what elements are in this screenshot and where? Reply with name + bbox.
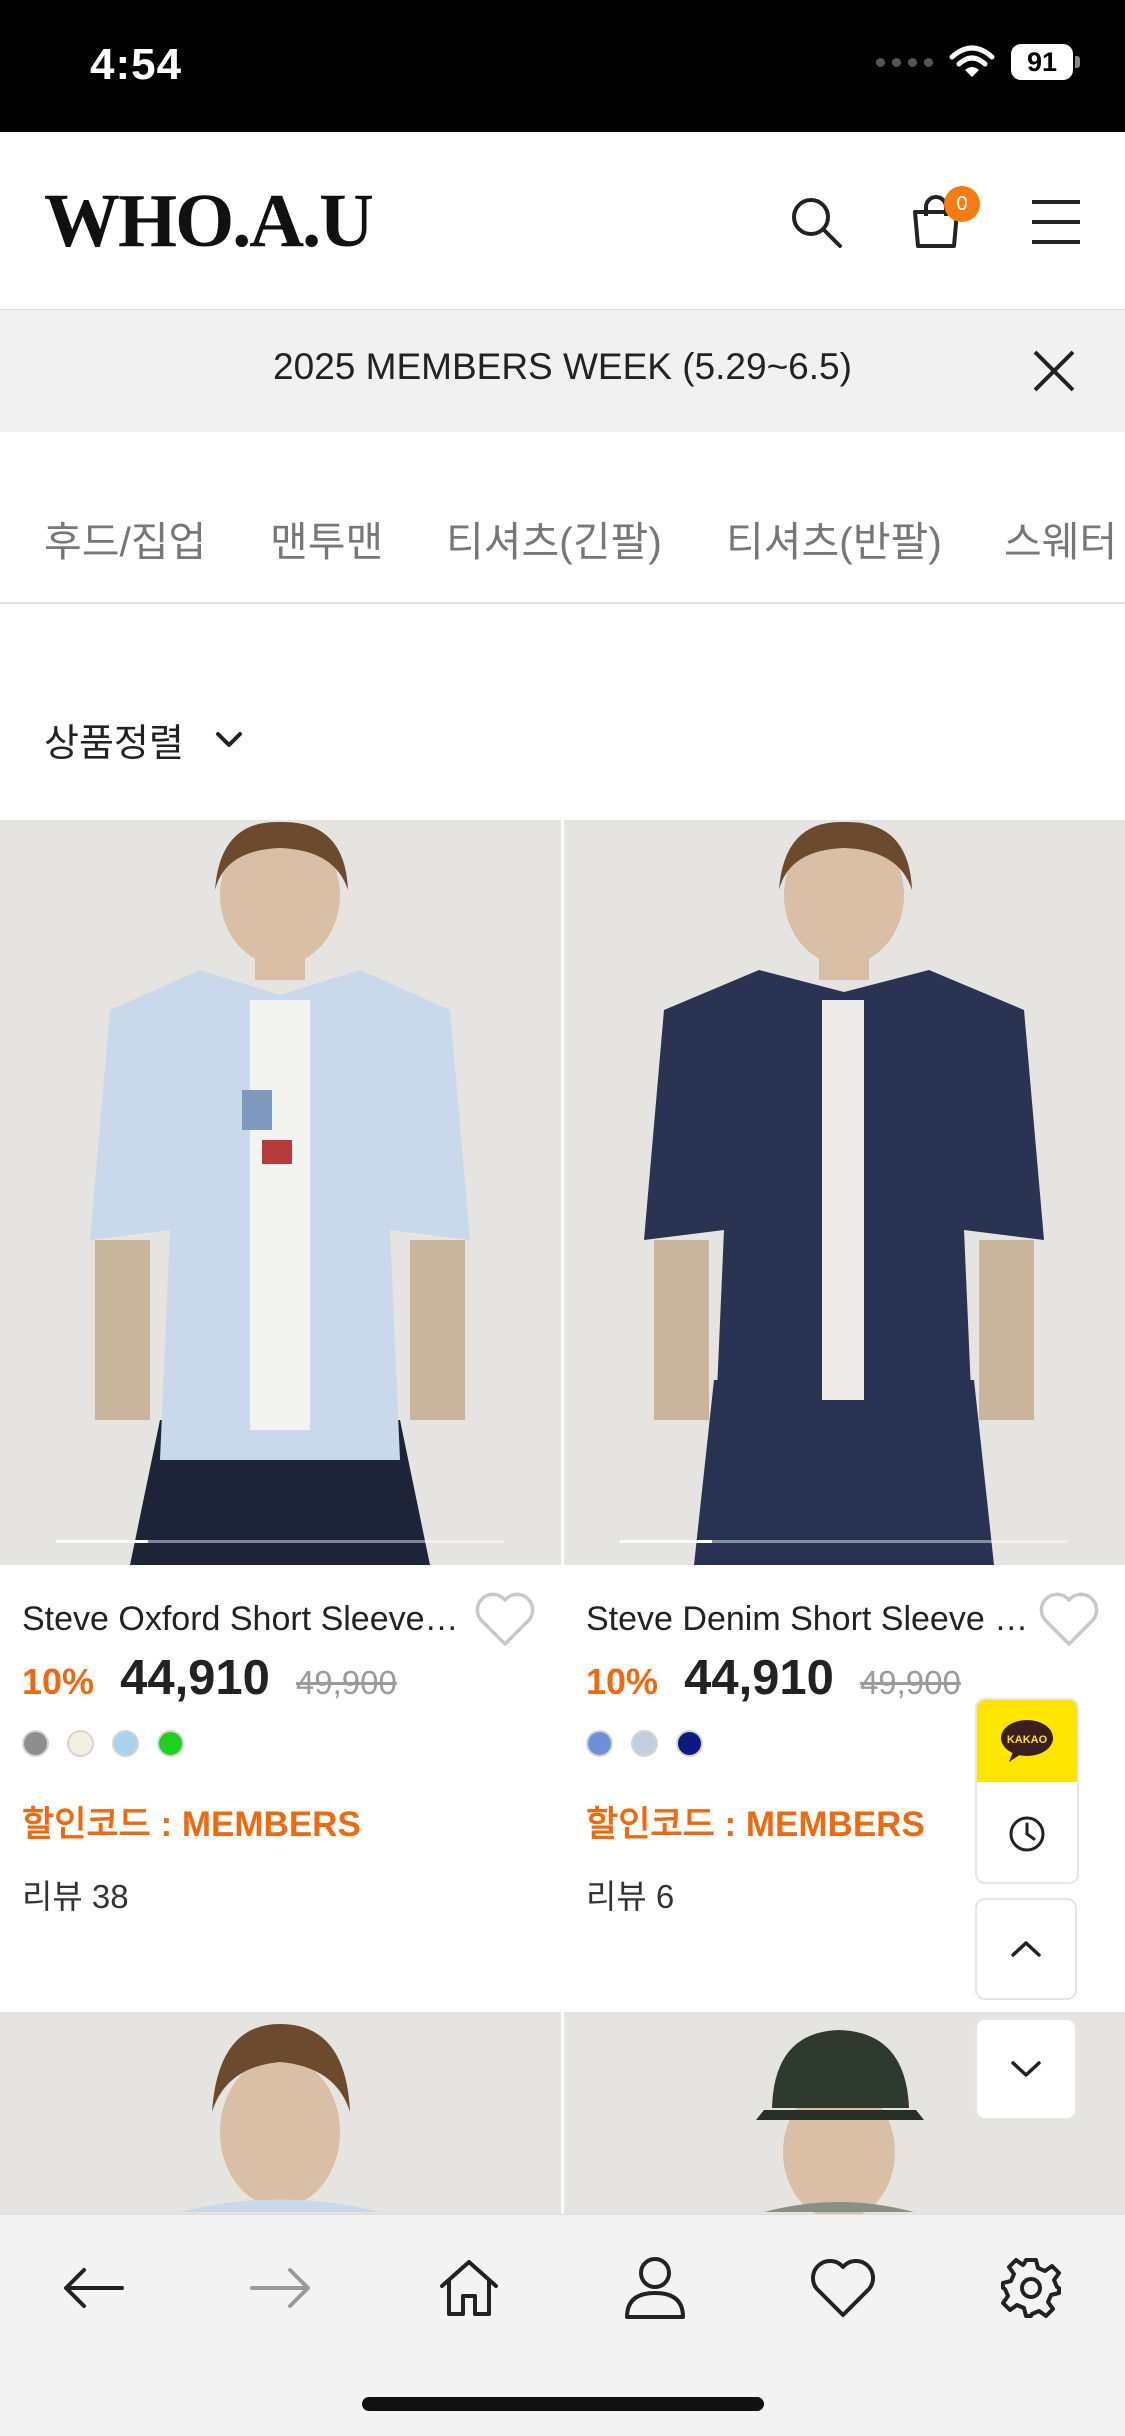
category-tabs: 후드/집업 맨투맨 티셔츠(긴팔) 티셔츠(반팔) 스웨터	[0, 432, 1125, 604]
cart-count-badge: 0	[944, 186, 980, 222]
category-tab[interactable]: 티셔츠(긴팔)	[446, 508, 662, 568]
category-tab[interactable]: 후드/집업	[44, 508, 206, 568]
product-name[interactable]: Steve Oxford Short Sleeve Shirt	[22, 1600, 467, 1639]
color-swatch	[22, 1730, 49, 1757]
original-price: 49,900	[859, 1664, 961, 1701]
cellular-signal-icon	[876, 57, 933, 67]
site-header: WHO.A.U 0	[0, 132, 1125, 310]
color-swatch	[631, 1730, 658, 1757]
banner-close-button[interactable]	[1025, 342, 1083, 400]
model-photo	[0, 820, 561, 1565]
model-photo	[564, 820, 1125, 1565]
color-swatches	[586, 1730, 703, 1757]
heart-icon	[1039, 1592, 1099, 1646]
recent-view-button[interactable]	[977, 1782, 1077, 1882]
battery-level: 91	[1011, 44, 1073, 80]
settings-button[interactable]	[986, 2243, 1076, 2333]
model-photo	[180, 2024, 380, 2212]
heart-icon	[811, 2259, 875, 2317]
wishlist-button[interactable]	[1037, 1590, 1101, 1650]
image-slide-indicator	[620, 1540, 1068, 1543]
color-swatch	[586, 1730, 613, 1757]
user-icon	[625, 2257, 685, 2319]
heart-icon	[475, 1592, 535, 1646]
color-swatches	[22, 1730, 184, 1757]
price-row: 10% 44,910 49,900	[586, 1650, 961, 1706]
sort-dropdown[interactable]: 상품정렬	[44, 712, 244, 767]
review-count: 리뷰 38	[22, 1878, 129, 1915]
arrow-left-icon	[64, 2268, 124, 2308]
forward-button[interactable]	[236, 2243, 326, 2333]
price-row: 10% 44,910 49,900	[22, 1650, 397, 1706]
clock-icon	[1009, 1816, 1045, 1852]
home-button[interactable]	[424, 2243, 514, 2333]
home-icon	[440, 2260, 498, 2316]
close-icon	[1033, 350, 1075, 392]
product-name[interactable]: Steve Denim Short Sleeve Shirt	[586, 1600, 1031, 1639]
search-button[interactable]	[784, 190, 848, 254]
color-swatch	[676, 1730, 703, 1757]
promo-code: 할인코드 : MEMBERS	[586, 1805, 925, 1844]
sale-price: 44,910	[684, 1651, 834, 1705]
image-slide-indicator	[56, 1540, 504, 1543]
product-card[interactable]: Steve Oxford Short Sleeve Shirt 10% 44,9…	[0, 820, 561, 1920]
color-swatch	[112, 1730, 139, 1757]
product-image[interactable]	[564, 820, 1125, 1565]
color-swatch	[67, 1730, 94, 1757]
sort-label: 상품정렬	[44, 723, 184, 765]
browser-bottom-bar	[0, 2214, 1125, 2436]
battery-icon: 91	[1011, 44, 1080, 80]
sale-price: 44,910	[120, 1651, 270, 1705]
chevron-up-icon	[1011, 1941, 1041, 1957]
arrow-right-icon	[250, 2268, 310, 2308]
status-bar: 4:54 91	[0, 0, 1125, 132]
cart-button[interactable]: 0	[904, 186, 980, 254]
review-count: 리뷰 6	[586, 1878, 675, 1915]
scroll-top-button[interactable]	[975, 1898, 1077, 2000]
kakao-icon: KAKAO	[977, 1700, 1077, 1782]
kakao-chat-button[interactable]: KAKAO	[975, 1698, 1079, 1884]
category-tab[interactable]: 티셔츠(반팔)	[726, 508, 942, 568]
discount-rate: 10%	[22, 1661, 95, 1702]
scroll-bottom-button[interactable]	[975, 2018, 1077, 2120]
wishlist-button[interactable]	[473, 1590, 537, 1650]
product-image[interactable]	[0, 2012, 561, 2214]
promo-banner-text: 2025 MEMBERS WEEK (5.29~6.5)	[273, 346, 852, 387]
original-price: 49,900	[295, 1664, 397, 1701]
brand-logo[interactable]: WHO.A.U	[44, 178, 374, 265]
chevron-down-icon	[215, 731, 242, 747]
back-button[interactable]	[48, 2243, 138, 2333]
wishlist-nav-button[interactable]	[798, 2243, 888, 2333]
product-image[interactable]	[0, 820, 561, 1565]
search-icon	[792, 198, 842, 248]
home-indicator	[362, 2397, 764, 2411]
chevron-down-icon	[1011, 2061, 1041, 2077]
category-tab[interactable]: 맨투맨	[270, 508, 383, 568]
hamburger-menu-icon	[1032, 200, 1080, 244]
promo-banner[interactable]: 2025 MEMBERS WEEK (5.29~6.5)	[0, 310, 1125, 432]
account-button[interactable]	[610, 2243, 700, 2333]
category-tab[interactable]: 스웨터	[1004, 508, 1117, 568]
gear-icon	[1001, 2258, 1061, 2318]
menu-button[interactable]	[1024, 190, 1088, 254]
status-time: 4:54	[90, 40, 183, 89]
discount-rate: 10%	[586, 1661, 659, 1702]
wifi-icon	[949, 45, 995, 77]
svg-text:KAKAO: KAKAO	[1007, 1734, 1048, 1746]
promo-code: 할인코드 : MEMBERS	[22, 1805, 361, 1844]
color-swatch	[157, 1730, 184, 1757]
status-indicators: 91	[876, 44, 1080, 80]
